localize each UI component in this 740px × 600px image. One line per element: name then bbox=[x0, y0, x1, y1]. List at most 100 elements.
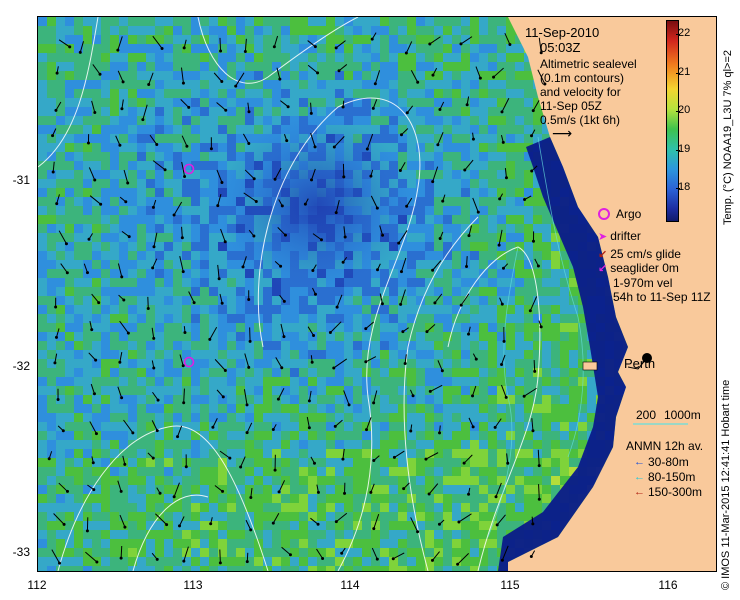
velocity-arrow-head bbox=[92, 392, 96, 396]
velocity-arrow-head bbox=[398, 168, 402, 172]
velocity-arrow-head bbox=[146, 307, 150, 311]
velocity-arrow-head bbox=[494, 495, 498, 499]
velocity-arrow-head bbox=[158, 491, 162, 495]
velocity-arrow-head bbox=[53, 361, 57, 365]
velocity-arrow-head bbox=[376, 268, 380, 272]
y-tick-label: -31 bbox=[12, 173, 30, 187]
velocity-arrow-head bbox=[182, 46, 186, 50]
velocity-arrow bbox=[219, 549, 221, 563]
velocity-arrow-head bbox=[163, 168, 167, 172]
velocity-arrow-head bbox=[334, 520, 338, 524]
legend-anmn-3-label: 150-300m bbox=[648, 485, 703, 499]
velocity-arrow-head bbox=[457, 520, 461, 524]
velocity-arrow-head bbox=[216, 204, 220, 208]
velocity-arrow-head bbox=[64, 242, 68, 246]
velocity-arrow-head bbox=[62, 522, 66, 526]
velocity-arrow-head bbox=[272, 45, 276, 49]
velocity-arrow-head bbox=[152, 245, 156, 249]
velocity-arrow-head bbox=[121, 80, 125, 84]
velocity-arrow-head bbox=[372, 458, 376, 462]
velocity-arrow-head bbox=[397, 241, 401, 245]
velocity-arrow-head bbox=[172, 213, 176, 217]
velocity-arrow-head bbox=[405, 111, 409, 115]
x-tick-label: 113 bbox=[183, 578, 203, 592]
velocity-arrow-head bbox=[436, 143, 440, 147]
velocity-arrow-head bbox=[254, 199, 258, 203]
velocity-arrow-head bbox=[334, 46, 338, 50]
velocity-arrow-head bbox=[151, 266, 155, 270]
city-label-perth: Perth bbox=[624, 356, 656, 371]
x-tick-label: 116 bbox=[658, 578, 678, 592]
velocity-arrow-head bbox=[523, 198, 527, 202]
velocity-arrow-head bbox=[217, 277, 221, 281]
velocity-arrow-head bbox=[319, 238, 323, 242]
velocity-arrow-head bbox=[141, 118, 145, 122]
velocity-arrow-head bbox=[249, 528, 253, 532]
velocity-arrow-head bbox=[51, 170, 55, 174]
velocity-arrow-head bbox=[399, 133, 403, 137]
velocity-arrow-head bbox=[124, 200, 128, 204]
velocity-arrow-head bbox=[424, 457, 428, 461]
velocity-arrow-head bbox=[123, 525, 127, 529]
velocity-arrow-head bbox=[537, 497, 541, 501]
velocity-arrow-head bbox=[243, 49, 247, 53]
legend-drifter: ➤ drifter bbox=[598, 229, 641, 243]
velocity-arrow-head bbox=[223, 240, 227, 244]
velocity-arrow-head bbox=[467, 234, 471, 238]
velocity-arrow-head bbox=[369, 490, 373, 494]
velocity-arrow-head bbox=[399, 270, 403, 274]
velocity-arrow-head bbox=[221, 395, 225, 399]
velocity-arrow-head bbox=[85, 271, 89, 275]
velocity-arrow-head bbox=[465, 103, 469, 107]
velocity-arrow-head bbox=[126, 331, 130, 335]
velocity-arrow-head bbox=[531, 429, 535, 433]
velocity-arrow-head bbox=[283, 233, 287, 237]
cool-eddy bbox=[208, 117, 448, 337]
velocity-arrow-head bbox=[116, 48, 120, 52]
velocity-arrow-head bbox=[370, 37, 374, 41]
velocity-arrow-head bbox=[98, 72, 102, 76]
velocity-arrow-head bbox=[462, 461, 466, 465]
velocity-arrow-head bbox=[471, 425, 475, 429]
velocity-arrow-head bbox=[56, 398, 60, 402]
velocity-arrow-head bbox=[65, 489, 69, 493]
velocity-arrow-head bbox=[529, 554, 533, 558]
velocity-arrow-head bbox=[438, 237, 442, 241]
velocity-arrow-head bbox=[340, 551, 344, 555]
velocity-arrow-head bbox=[372, 527, 376, 531]
velocity-arrow-head bbox=[176, 435, 180, 439]
velocity-arrow-head bbox=[93, 111, 97, 115]
legend-anmn-3: ← 150-300m bbox=[634, 485, 702, 499]
scale-arrow-icon: ⟶ bbox=[552, 125, 573, 141]
velocity-arrow-head bbox=[312, 461, 316, 465]
date-label: 11-Sep-2010 bbox=[525, 25, 600, 40]
velocity-arrow-head bbox=[312, 334, 316, 338]
velocity-arrow-head bbox=[347, 403, 351, 407]
velocity-arrow-head bbox=[431, 180, 435, 184]
velocity-arrow-head bbox=[181, 270, 185, 274]
velocity-arrow-head bbox=[95, 560, 99, 564]
velocity-arrow-head bbox=[228, 456, 232, 460]
velocity-arrow-head bbox=[221, 489, 225, 493]
legend-anmn-2: ← 80-150m bbox=[634, 470, 695, 484]
velocity-arrow-head bbox=[310, 360, 314, 364]
velocity-arrow-head bbox=[126, 181, 130, 185]
legend-argo-label: Argo bbox=[616, 207, 642, 221]
anmn-title: ANMN 12h av. bbox=[626, 439, 704, 453]
velocity-arrow-head bbox=[208, 337, 212, 341]
velocity-arrow-head bbox=[90, 328, 94, 332]
velocity-arrow-head bbox=[151, 205, 155, 209]
velocity-arrow-head bbox=[271, 521, 275, 525]
velocity-arrow-head bbox=[285, 139, 289, 143]
x-tick-label: 115 bbox=[500, 578, 520, 592]
velocity-arrow-head bbox=[381, 233, 385, 237]
velocity-arrow-head bbox=[342, 175, 346, 179]
time-label: 05:03Z bbox=[540, 40, 581, 55]
velocity-arrow-head bbox=[247, 365, 251, 369]
velocity-arrow-head bbox=[433, 301, 437, 305]
velocity-arrow-head bbox=[279, 264, 283, 268]
velocity-arrow-head bbox=[531, 522, 535, 526]
velocity-arrow-head bbox=[337, 69, 341, 73]
velocity-arrow-head bbox=[245, 403, 249, 407]
velocity-arrow-head bbox=[151, 456, 155, 460]
